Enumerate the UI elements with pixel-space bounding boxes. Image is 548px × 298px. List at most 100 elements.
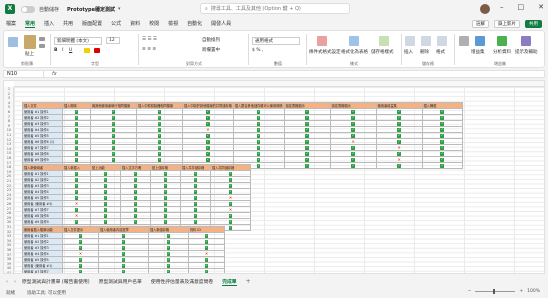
- bold-icon[interactable]: B: [54, 48, 57, 53]
- maximize-icon[interactable]: □: [518, 3, 525, 11]
- avatar[interactable]: [480, 4, 490, 14]
- menu-tab[interactable]: 常用: [25, 20, 36, 28]
- format-cells-button[interactable]: 格式: [436, 49, 445, 55]
- accessibility-status[interactable]: 協助工具: 可以使用: [27, 290, 66, 296]
- row-number[interactable]: 40: [4, 266, 14, 270]
- merge-center-button[interactable]: 跨欄置中: [202, 47, 220, 53]
- conditional-format-button[interactable]: 條件式格式設定: [309, 49, 341, 55]
- result-cell[interactable]: ✓: [329, 162, 377, 169]
- row-number[interactable]: 27: [4, 207, 14, 211]
- table-header-cell[interactable]: 插入中斷於其他檔案的共同儲存格: [182, 102, 234, 109]
- menu-tab[interactable]: 資料: [130, 20, 140, 27]
- table-header-cell[interactable]: 與其他使用者執行相同檔案: [90, 102, 137, 109]
- analyze-data-button[interactable]: 分析資料: [493, 49, 511, 55]
- row-number[interactable]: 22: [4, 184, 14, 188]
- row-number[interactable]: 19: [4, 170, 14, 174]
- row-number[interactable]: 24: [4, 193, 14, 197]
- row-number[interactable]: 2: [4, 92, 14, 96]
- add-sheet-icon[interactable]: +: [246, 278, 251, 285]
- chevron-down-icon[interactable]: ▾: [118, 6, 121, 12]
- format-as-table-button[interactable]: 格式化為表格: [341, 49, 368, 55]
- undo-icon[interactable]: [8, 37, 18, 47]
- menu-tab[interactable]: 公式: [111, 20, 121, 27]
- conditional-format-icon[interactable]: [317, 36, 327, 46]
- menu-tab[interactable]: 共用: [63, 20, 73, 27]
- result-cell[interactable]: ✓: [421, 162, 463, 169]
- insert-cells-button[interactable]: 插入: [404, 49, 413, 55]
- row-number[interactable]: 26: [4, 202, 14, 206]
- result-cell[interactable]: ✓: [148, 268, 189, 273]
- close-icon[interactable]: ✕: [538, 3, 544, 11]
- align-left-icon[interactable]: ≡ ≡ ≡: [142, 47, 156, 52]
- result-cell[interactable]: ✓: [283, 162, 331, 169]
- row-number[interactable]: 18: [4, 165, 14, 169]
- row-number[interactable]: 7: [4, 115, 14, 119]
- currency-icon[interactable]: $ % ,: [252, 48, 263, 53]
- fill-color-icon[interactable]: [84, 48, 90, 53]
- zoom-slider[interactable]: [475, 289, 516, 294]
- comment-button[interactable]: 註解: [472, 19, 489, 28]
- fx-icon[interactable]: fx: [52, 71, 57, 77]
- row-number[interactable]: 30: [4, 220, 14, 224]
- sheet-tab[interactable]: 使用性評估量表及滿意度問卷: [151, 278, 213, 285]
- menu-tab[interactable]: 自動化: [187, 20, 202, 27]
- menu-tab[interactable]: 插入: [44, 20, 54, 27]
- sheet-tab[interactable]: 原型測試與用戶名單: [99, 278, 142, 285]
- underline-icon[interactable]: U: [69, 48, 72, 53]
- row-number[interactable]: 20: [4, 174, 14, 178]
- zoom-in-icon[interactable]: +: [519, 289, 523, 294]
- row-number[interactable]: 16: [4, 156, 14, 160]
- font-name-select[interactable]: 新細明體 (本文): [54, 37, 102, 45]
- zoom-value[interactable]: 100%: [527, 289, 540, 294]
- row-number[interactable]: 25: [4, 197, 14, 201]
- menu-tab[interactable]: 版面配置: [82, 20, 102, 27]
- row-number[interactable]: 13: [4, 142, 14, 146]
- row-number[interactable]: 32: [4, 230, 14, 234]
- cell-styles-icon[interactable]: [379, 36, 389, 46]
- result-cell[interactable]: ✓: [375, 162, 423, 169]
- font-size-select[interactable]: 12: [106, 37, 120, 44]
- format-as-table-icon[interactable]: [349, 36, 359, 46]
- addins-icon[interactable]: [475, 36, 485, 46]
- row-label-cell[interactable]: 使用者 #7 操作7: [22, 268, 63, 273]
- cut-icon[interactable]: [39, 37, 45, 41]
- row-number[interactable]: 39: [4, 262, 14, 266]
- analyze-data-icon[interactable]: [497, 36, 507, 46]
- row-number[interactable]: 5: [4, 105, 14, 109]
- delete-cells-button[interactable]: 刪除: [420, 49, 429, 55]
- align-top-icon[interactable]: ☰ ☰ ☰: [142, 37, 157, 42]
- row-number[interactable]: 37: [4, 253, 14, 257]
- number-format-select[interactable]: 通用格式: [252, 37, 300, 45]
- search-box[interactable]: ⌕ 搜尋工具、工具及其他 (Option 鍵 + Q): [200, 3, 350, 14]
- copy-icon[interactable]: [39, 44, 45, 48]
- sum-icon[interactable]: [459, 36, 469, 46]
- row-number[interactable]: 29: [4, 216, 14, 220]
- menu-tab[interactable]: 檔案: [6, 20, 16, 27]
- document-title[interactable]: Prototype穩定測試: [67, 6, 115, 13]
- menu-tab[interactable]: 校閱: [149, 20, 159, 27]
- row-number[interactable]: 36: [4, 248, 14, 252]
- accessibility-icon[interactable]: [521, 36, 531, 46]
- row-number[interactable]: 11: [4, 133, 14, 137]
- result-cell[interactable]: ✓: [188, 268, 225, 273]
- italic-icon[interactable]: I: [62, 48, 63, 53]
- row-number[interactable]: 10: [4, 128, 14, 132]
- cell-styles-button[interactable]: 儲存格樣式: [371, 49, 394, 55]
- row-number[interactable]: 12: [4, 138, 14, 142]
- addins-button[interactable]: 增益集: [471, 49, 485, 55]
- row-number[interactable]: 35: [4, 243, 14, 247]
- row-number[interactable]: 41: [4, 271, 14, 273]
- sheet-tab[interactable]: 原型測試與計畫單 (報告書使用): [22, 278, 90, 285]
- row-number[interactable]: 1: [4, 87, 14, 91]
- row-number[interactable]: 9: [4, 124, 14, 128]
- row-number[interactable]: 17: [4, 161, 14, 165]
- prev-sheet-icon[interactable]: ‹: [6, 279, 8, 285]
- row-number[interactable]: 3: [4, 96, 14, 100]
- font-color-icon[interactable]: [94, 48, 100, 53]
- row-number[interactable]: 38: [4, 257, 14, 261]
- row-number[interactable]: 34: [4, 239, 14, 243]
- minimize-icon[interactable]: –: [500, 3, 504, 11]
- result-cell[interactable]: ✓: [62, 268, 99, 273]
- insert-cells-icon[interactable]: [405, 36, 415, 46]
- next-sheet-icon[interactable]: ›: [14, 279, 16, 285]
